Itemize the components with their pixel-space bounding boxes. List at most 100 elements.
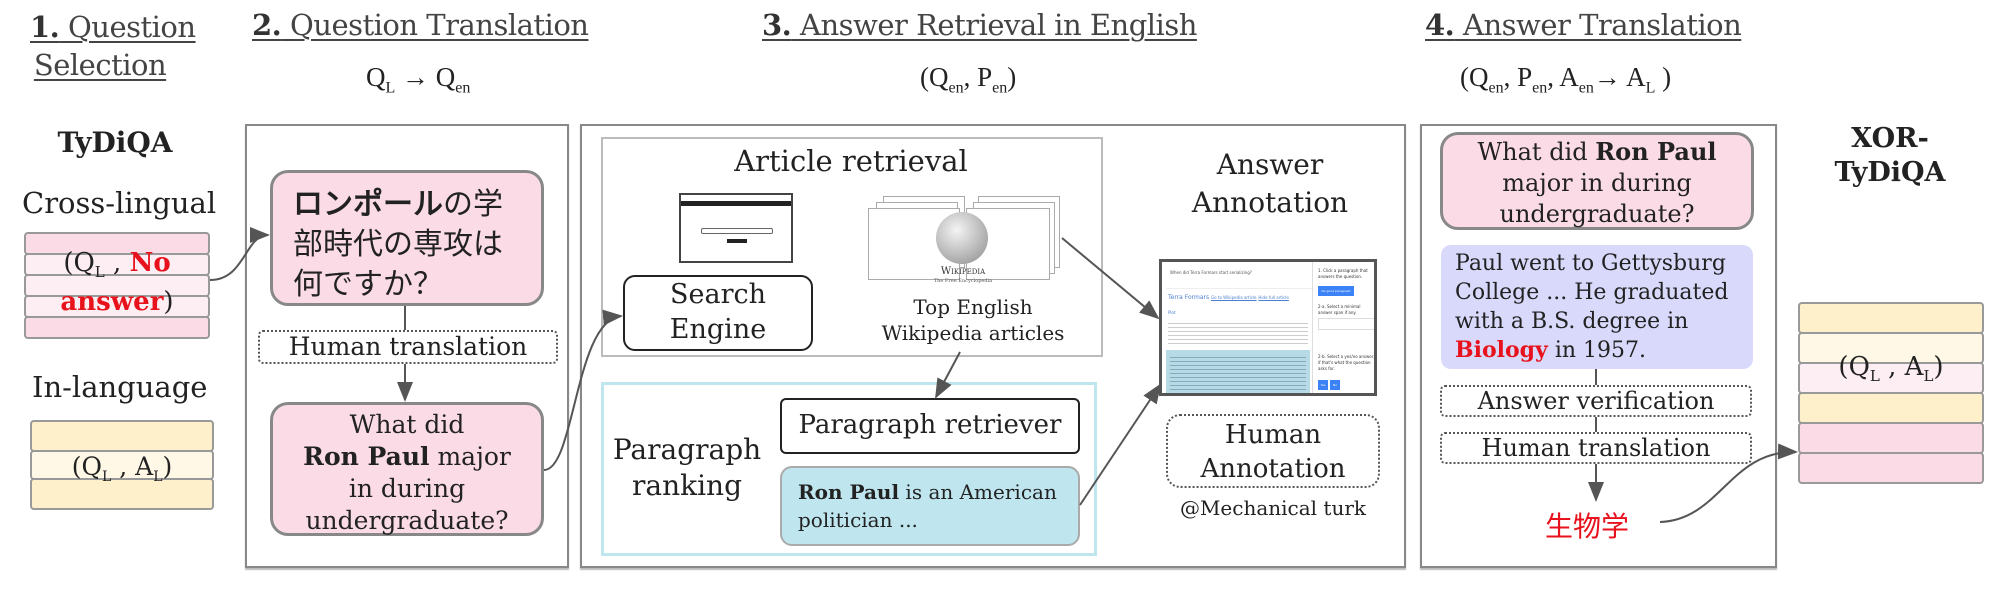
answer-annotation-title: Answer Annotation (1160, 146, 1380, 222)
passage-text: College ... He graduated (1455, 280, 1729, 305)
pair-a: , A (111, 452, 154, 481)
output-pair: (QL , AL) (1798, 352, 1984, 385)
pair-close: ) (162, 452, 173, 481)
paragraph-ranking-label: Paragraph ranking (612, 432, 762, 504)
mechanical-turk-label: @Mechanical turk (1179, 496, 1367, 520)
output-stack (1798, 302, 1984, 484)
stage-1-heading: 1. Question Selection (30, 8, 196, 84)
passage-text: Paul went to Gettysburg (1455, 251, 1726, 276)
formula-p: P (1517, 62, 1533, 92)
formula-q: Q (1469, 62, 1489, 92)
paragraph-ranking-text: ranking (632, 469, 742, 502)
formula-sub: en (992, 79, 1008, 97)
annotation-step2b: 2-b. Select a yes/no answer, if that's w… (1318, 354, 1375, 371)
annotation-wiki-link[interactable]: Go to Wikipedia article (1211, 295, 1256, 300)
answer-span-input[interactable] (1318, 318, 1374, 330)
top-wikipedia-articles-label: Top English Wikipedia articles (868, 294, 1078, 346)
stage-2-heading: 2. Question Translation (252, 8, 589, 42)
en-question-text: undergraduate? (305, 506, 509, 535)
paragraph-text: is an American (899, 480, 1057, 504)
formula-paren: ) (1007, 62, 1017, 92)
stack-row (24, 316, 210, 339)
source-dataset-title: TyDiQA (57, 126, 173, 159)
human-translation-step: Human translation (258, 330, 558, 364)
pair-sub: L (1869, 367, 1880, 386)
formula-paren: ( (920, 62, 929, 92)
search-engine-box: Search Engine (623, 275, 813, 351)
japanese-question-box: ロンポールの学 部時代の専攻は 何ですか？ (270, 170, 544, 306)
human-annotation-text: Annotation (1200, 454, 1346, 484)
answer-annotation-text: Answer (1216, 148, 1324, 181)
formula-sub: en (1578, 79, 1594, 97)
browser-toolbar (681, 201, 791, 206)
stage-1-number: 1. (30, 10, 60, 44)
human-translation-label: Human translation (1481, 434, 1711, 462)
yes-button[interactable]: Yes (1318, 380, 1328, 390)
formula-sub: en (1488, 79, 1504, 97)
stage-4-heading: 4. Answer Translation (1425, 8, 1742, 42)
answer-passage-box: Paul went to Gettysburg College ... He g… (1441, 245, 1753, 369)
paragraph-name: Ron Paul (798, 480, 900, 504)
stage-1-title-line2: Selection (33, 48, 167, 82)
wikipedia-globe-icon (936, 212, 988, 264)
jp-question-text: 何ですか？ (293, 267, 443, 302)
passage-text: with a B.S. degree in (1455, 309, 1689, 334)
stack-row (30, 420, 214, 452)
no-button[interactable]: No (1330, 380, 1340, 390)
browser-search-field (701, 228, 773, 234)
annotation-section: Plot (1168, 310, 1176, 315)
paragraph-retriever-box: Paragraph retriever (780, 398, 1080, 454)
question-name: Ron Paul (1595, 137, 1717, 166)
browser-search-button (727, 239, 747, 243)
pair-q: (Q (63, 248, 95, 278)
stage-3-heading: 3. Answer Retrieval in English (762, 8, 1197, 42)
retrieved-paragraph-box: Ron Paul is an American politician ... (780, 466, 1080, 546)
answer-annotation-text: Annotation (1191, 186, 1349, 219)
annotation-hide-link[interactable]: Hide full article (1258, 295, 1288, 300)
formula-a: A (1559, 62, 1579, 92)
cross-lingual-pair: (QL , No answer) (24, 248, 210, 317)
annotation-selected-paragraph[interactable] (1166, 350, 1310, 393)
human-translation-label: Human translation (288, 332, 528, 361)
question-text: undergraduate? (1499, 200, 1695, 228)
formula-arrow: → (402, 62, 430, 92)
annotation-article-title: Terra Formars Go to Wikipedia article Hi… (1168, 294, 1289, 301)
en-question-text: What did (349, 410, 465, 439)
jp-question-name: ロンポール (293, 187, 443, 222)
stage-2-title: Question Translation (290, 8, 589, 42)
formula-paren: ) (1662, 62, 1672, 92)
wikipedia-tagline: The Free Encyclopedia (933, 278, 993, 284)
stage-3-title: Answer Retrieval in English (800, 8, 1197, 42)
pair-sep: , (104, 248, 130, 278)
browser-window-icon (679, 193, 793, 263)
jp-question-text: 部時代の専攻は (293, 227, 503, 262)
annotation-step1: 1. Click a paragraph that answers the qu… (1318, 268, 1368, 279)
top-articles-text: Top English (913, 295, 1033, 319)
stage-3-number: 3. (762, 8, 792, 42)
in-language-label: In-language (32, 370, 208, 404)
wikipedia-wordmark: Wikipedia (940, 266, 986, 277)
annotation-divider (1312, 262, 1313, 393)
paragraph-ranking-text: Paragraph (612, 433, 762, 466)
annotation-paragraph[interactable] (1168, 320, 1308, 346)
human-annotation-text: Human (1224, 420, 1322, 450)
no-good-paragraph-button[interactable]: No good paragraph (1318, 286, 1354, 296)
en-question-text: major (429, 442, 511, 471)
translated-answer: 生物学 (1545, 510, 1630, 543)
formula-a: A (1626, 62, 1646, 92)
pair-q: (Q (1838, 352, 1870, 382)
output-title-text: TyDiQA (1834, 157, 1946, 188)
annotation-ui-screenshot: When did Terra Formars start serializing… (1159, 259, 1377, 396)
stack-row (1798, 422, 1984, 454)
stage-4-title: Answer Translation (1463, 8, 1742, 42)
cross-lingual-label: Cross-lingual (22, 186, 217, 220)
top-articles-text: Wikipedia articles (881, 321, 1065, 345)
formula-q: Q (435, 62, 456, 92)
annotation-article-link[interactable]: Terra Formars (1168, 294, 1209, 301)
jp-question-text: の学 (443, 187, 503, 222)
output-title-text: XOR- (1851, 123, 1929, 154)
pair-close: ) (163, 287, 174, 318)
pair-sub: L (94, 263, 105, 282)
article-retrieval-title: Article retrieval (734, 144, 968, 178)
stack-row (1798, 392, 1984, 424)
